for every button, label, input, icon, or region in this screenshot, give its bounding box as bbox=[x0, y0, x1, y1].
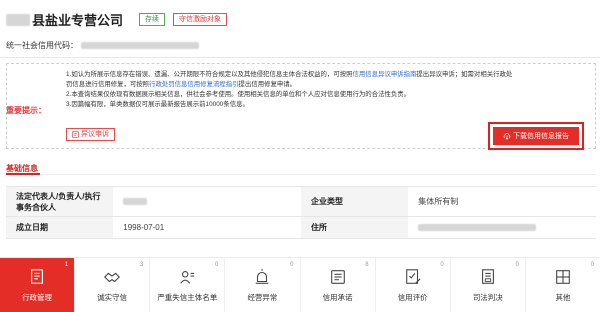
section-underline bbox=[6, 173, 40, 175]
tab-count: 1 bbox=[64, 262, 69, 268]
dispute-button[interactable]: 异议申诉 bbox=[66, 128, 115, 141]
repair-guide-link[interactable]: 行政处罚信息信用修复流程指引 bbox=[149, 81, 238, 88]
tab-count: 0 bbox=[290, 262, 294, 268]
status-badge: 存续 bbox=[139, 13, 165, 26]
company-header: 县盐业专营公司 存续 守信激励对象 bbox=[6, 8, 596, 30]
basic-info-table: 法定代表人/负责人/执行事务合伙人 企业类型 集体所有制 成立日期 1998-0… bbox=[6, 186, 596, 239]
table-row: 法定代表人/负责人/执行事务合伙人 企业类型 集体所有制 bbox=[6, 186, 596, 217]
alarm-icon bbox=[253, 268, 271, 286]
tab-abnormal-operation[interactable]: 0 经营异常 bbox=[225, 258, 301, 312]
tab-other[interactable]: 0 其他 bbox=[526, 258, 600, 312]
evaluation-icon bbox=[404, 268, 422, 286]
company-type-value: 集体所有制 bbox=[408, 186, 596, 217]
person-list-icon bbox=[178, 268, 196, 286]
tab-count: 0 bbox=[440, 262, 444, 268]
tab-serious-dishonest-list[interactable]: 0 严重失信主体名单 bbox=[150, 258, 226, 312]
handshake-icon bbox=[103, 268, 121, 286]
tab-label: 其他 bbox=[555, 293, 571, 302]
tab-count: 0 bbox=[515, 262, 519, 268]
notice-title: 重要提示： bbox=[6, 106, 46, 115]
notice-text: 1.如认为所展示信息存在错误、遗漏、公开期限不符合规定以及其他侵犯信息主体合法权… bbox=[66, 70, 591, 110]
credit-badge: 守信激励对象 bbox=[173, 13, 227, 26]
redacted-name-prefix bbox=[6, 13, 30, 26]
judgment-icon bbox=[479, 268, 497, 286]
founded-date-value: 1998-07-01 bbox=[113, 216, 301, 239]
dispute-icon bbox=[72, 131, 79, 138]
credit-code-row: 统一社会信用代码： bbox=[6, 40, 199, 51]
admin-doc-icon bbox=[28, 268, 46, 286]
section-divider bbox=[6, 174, 596, 175]
tab-count: 0 bbox=[215, 262, 219, 268]
tab-judicial-judgment[interactable]: 0 司法判决 bbox=[451, 258, 526, 312]
commitment-icon bbox=[329, 268, 347, 286]
tab-label: 信用承诺 bbox=[322, 293, 353, 302]
dispute-button-label: 异议申诉 bbox=[81, 131, 109, 138]
redacted-address bbox=[418, 224, 537, 232]
company-type-label: 企业类型 bbox=[300, 186, 409, 217]
tab-label: 司法判决 bbox=[472, 293, 503, 302]
tab-label: 信用评价 bbox=[397, 293, 428, 302]
tab-admin-management[interactable]: 1 行政管理 bbox=[0, 258, 76, 312]
address-label: 住所 bbox=[300, 216, 409, 239]
redacted-legal-rep bbox=[123, 198, 148, 206]
tab-label: 行政管理 bbox=[22, 293, 53, 302]
tab-count: 0 bbox=[590, 262, 594, 268]
legal-rep-value bbox=[113, 186, 301, 217]
tab-credit-commitment[interactable]: 8 信用承诺 bbox=[301, 258, 376, 312]
tab-label: 诚实守信 bbox=[97, 293, 128, 302]
founded-date-label: 成立日期 bbox=[6, 216, 114, 239]
table-row: 成立日期 1998-07-01 住所 bbox=[6, 216, 596, 239]
notice-line-2: 罚信息进行信用修复，可按照行政处罚信息信用修复流程指引提出信用修复申请。 bbox=[66, 81, 297, 88]
legal-rep-label: 法定代表人/负责人/执行事务合伙人 bbox=[6, 186, 114, 217]
company-name: 县盐业专营公司 bbox=[32, 13, 124, 28]
credit-code-label: 统一社会信用代码： bbox=[6, 41, 78, 50]
tab-count: 8 bbox=[365, 262, 369, 268]
tab-label: 严重失信主体名单 bbox=[157, 293, 218, 302]
company-title: 县盐业专营公司 bbox=[6, 10, 123, 29]
notice-line-3: 2.本查询结果仅依现有数据展示相关信息，供社会参考使用。使用相关信息的单位和个人… bbox=[66, 91, 411, 98]
tab-label: 经营异常 bbox=[247, 293, 278, 302]
notice-line-1: 1.如认为所展示信息存在错误、遗漏、公开期限不符合规定以及其他侵犯信息主体合法权… bbox=[66, 71, 513, 78]
tab-count: 3 bbox=[139, 262, 144, 268]
download-report-button[interactable]: 下载信用信息报告 bbox=[488, 122, 584, 150]
cloud-download-icon bbox=[503, 133, 511, 140]
category-tabs: 1 行政管理 3 诚实守信 0 严重失信主体名单 0 经营异常 8 信用承诺 0… bbox=[0, 257, 600, 312]
tab-honesty[interactable]: 3 诚实守信 bbox=[75, 258, 151, 312]
header-divider bbox=[0, 57, 600, 58]
tab-credit-evaluation[interactable]: 0 信用评价 bbox=[376, 258, 451, 312]
address-value bbox=[408, 216, 596, 239]
redacted-credit-code bbox=[81, 42, 199, 49]
dispute-guide-link[interactable]: 信用信息异议申诉指南 bbox=[353, 71, 417, 78]
other-icon bbox=[554, 268, 572, 286]
notice-line-4: 3.因篇幅有限，单类数据仅可展示最新报告展示前10000条信息。 bbox=[66, 101, 249, 108]
download-button-label: 下载信用信息报告 bbox=[513, 133, 569, 140]
